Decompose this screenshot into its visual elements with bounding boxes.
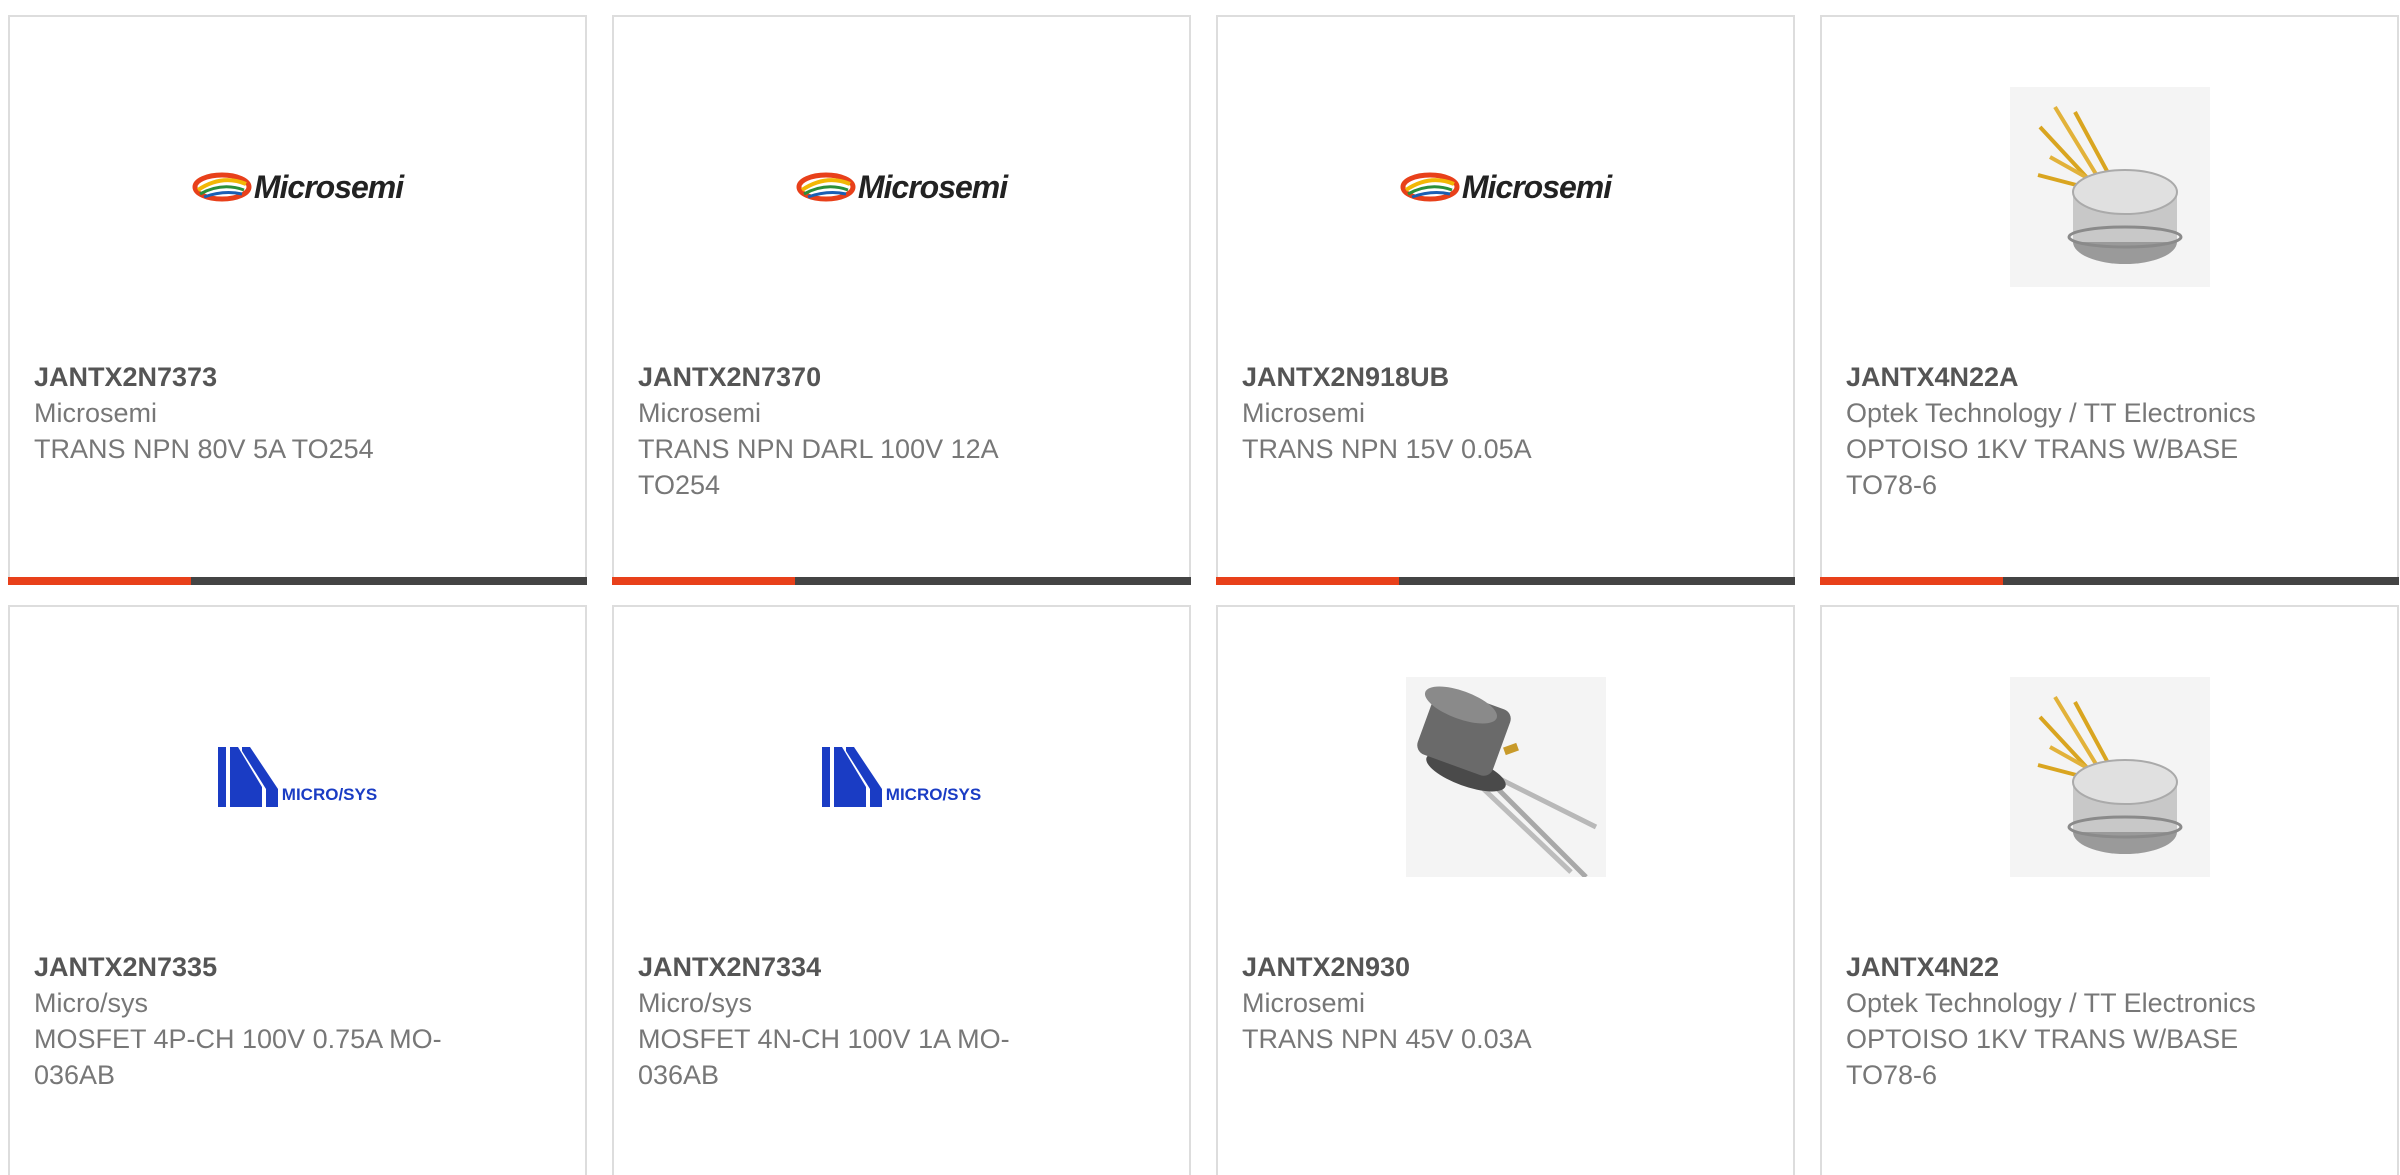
card-accent-bar [8,577,587,585]
product-card[interactable]: JANTX4N22A Optek Technology / TT Electro… [1820,15,2399,585]
manufacturer: Microsemi [1242,398,1366,428]
product-image[interactable] [1822,87,2397,287]
microsemi-logo: Microsemi [192,169,404,206]
card-accent-bar [1820,577,2399,585]
microsemi-swirl-icon [1400,172,1460,202]
product-image[interactable]: MICRO/SYS [614,677,1189,877]
manufacturer: Microsemi [34,398,158,428]
product-info: JANTX2N930 Microsemi TRANS NPN 45V 0.03A [1242,949,1672,1057]
product-image[interactable]: Microsemi [1218,87,1793,287]
part-number[interactable]: JANTX2N7334 [638,949,1068,985]
product-card[interactable]: MICRO/SYS JANTX2N7334 Micro/sys MOSFET 4… [612,605,1191,1175]
product-image[interactable] [1822,677,2397,877]
part-number[interactable]: JANTX4N22A [1846,359,2276,395]
microsemi-swirl-icon [192,172,252,202]
manufacturer: Micro/sys [34,988,148,1018]
product-card[interactable]: JANTX2N930 Microsemi TRANS NPN 45V 0.03A [1216,605,1795,1175]
manufacturer: Optek Technology / TT Electronics [1846,398,2256,428]
description: OPTOISO 1KV TRANS W/BASE TO78-6 [1846,434,2239,500]
part-number[interactable]: JANTX2N930 [1242,949,1672,985]
description: MOSFET 4N-CH 100V 1A MO-036AB [638,1024,1010,1090]
part-number[interactable]: JANTX2N7370 [638,359,1068,395]
description: TRANS NPN 45V 0.03A [1242,1024,1532,1054]
manufacturer: Microsemi [638,398,762,428]
product-grid: Microsemi JANTX2N7373 Microsemi TRANS NP… [8,15,2399,1175]
to18-transistor-photo [1405,677,1606,877]
description: OPTOISO 1KV TRANS W/BASE TO78-6 [1846,1024,2239,1090]
description: TRANS NPN 15V 0.05A [1242,434,1532,464]
manufacturer: Micro/sys [638,988,752,1018]
product-image[interactable] [1218,677,1793,877]
microsys-logo: MICRO/SYS [217,747,377,807]
description: MOSFET 4P-CH 100V 0.75A MO-036AB [34,1024,442,1090]
product-info: JANTX4N22A Optek Technology / TT Electro… [1846,359,2276,503]
product-image[interactable]: Microsemi [10,87,585,287]
to78-package-photo [2009,677,2210,877]
product-info: JANTX2N7370 Microsemi TRANS NPN DARL 100… [638,359,1068,503]
product-image[interactable]: MICRO/SYS [10,677,585,877]
product-card[interactable]: MICRO/SYS JANTX2N7335 Micro/sys MOSFET 4… [8,605,587,1175]
part-number[interactable]: JANTX2N7335 [34,949,464,985]
product-info: JANTX2N7334 Micro/sys MOSFET 4N-CH 100V … [638,949,1068,1093]
product-info: JANTX2N7373 Microsemi TRANS NPN 80V 5A T… [34,359,464,467]
description: TRANS NPN DARL 100V 12A TO254 [638,434,998,500]
product-info: JANTX4N22 Optek Technology / TT Electron… [1846,949,2276,1093]
manufacturer: Microsemi [1242,988,1366,1018]
card-accent-bar [612,577,1191,585]
part-number[interactable]: JANTX2N7373 [34,359,464,395]
manufacturer: Optek Technology / TT Electronics [1846,988,2256,1018]
product-image[interactable]: Microsemi [614,87,1189,287]
product-info: JANTX2N7335 Micro/sys MOSFET 4P-CH 100V … [34,949,464,1093]
card-accent-bar [1216,577,1795,585]
microsemi-swirl-icon [796,172,856,202]
microsys-mark-icon [217,747,278,807]
microsys-mark-icon [821,747,882,807]
part-number[interactable]: JANTX2N918UB [1242,359,1672,395]
product-card[interactable]: JANTX4N22 Optek Technology / TT Electron… [1820,605,2399,1175]
product-card[interactable]: Microsemi JANTX2N7373 Microsemi TRANS NP… [8,15,587,585]
product-info: JANTX2N918UB Microsemi TRANS NPN 15V 0.0… [1242,359,1672,467]
description: TRANS NPN 80V 5A TO254 [34,434,374,464]
microsemi-logo: Microsemi [796,169,1008,206]
to78-package-photo [2009,87,2210,287]
product-card[interactable]: Microsemi JANTX2N918UB Microsemi TRANS N… [1216,15,1795,585]
part-number[interactable]: JANTX4N22 [1846,949,2276,985]
microsys-logo: MICRO/SYS [821,747,981,807]
microsemi-logo: Microsemi [1400,169,1612,206]
product-card[interactable]: Microsemi JANTX2N7370 Microsemi TRANS NP… [612,15,1191,585]
